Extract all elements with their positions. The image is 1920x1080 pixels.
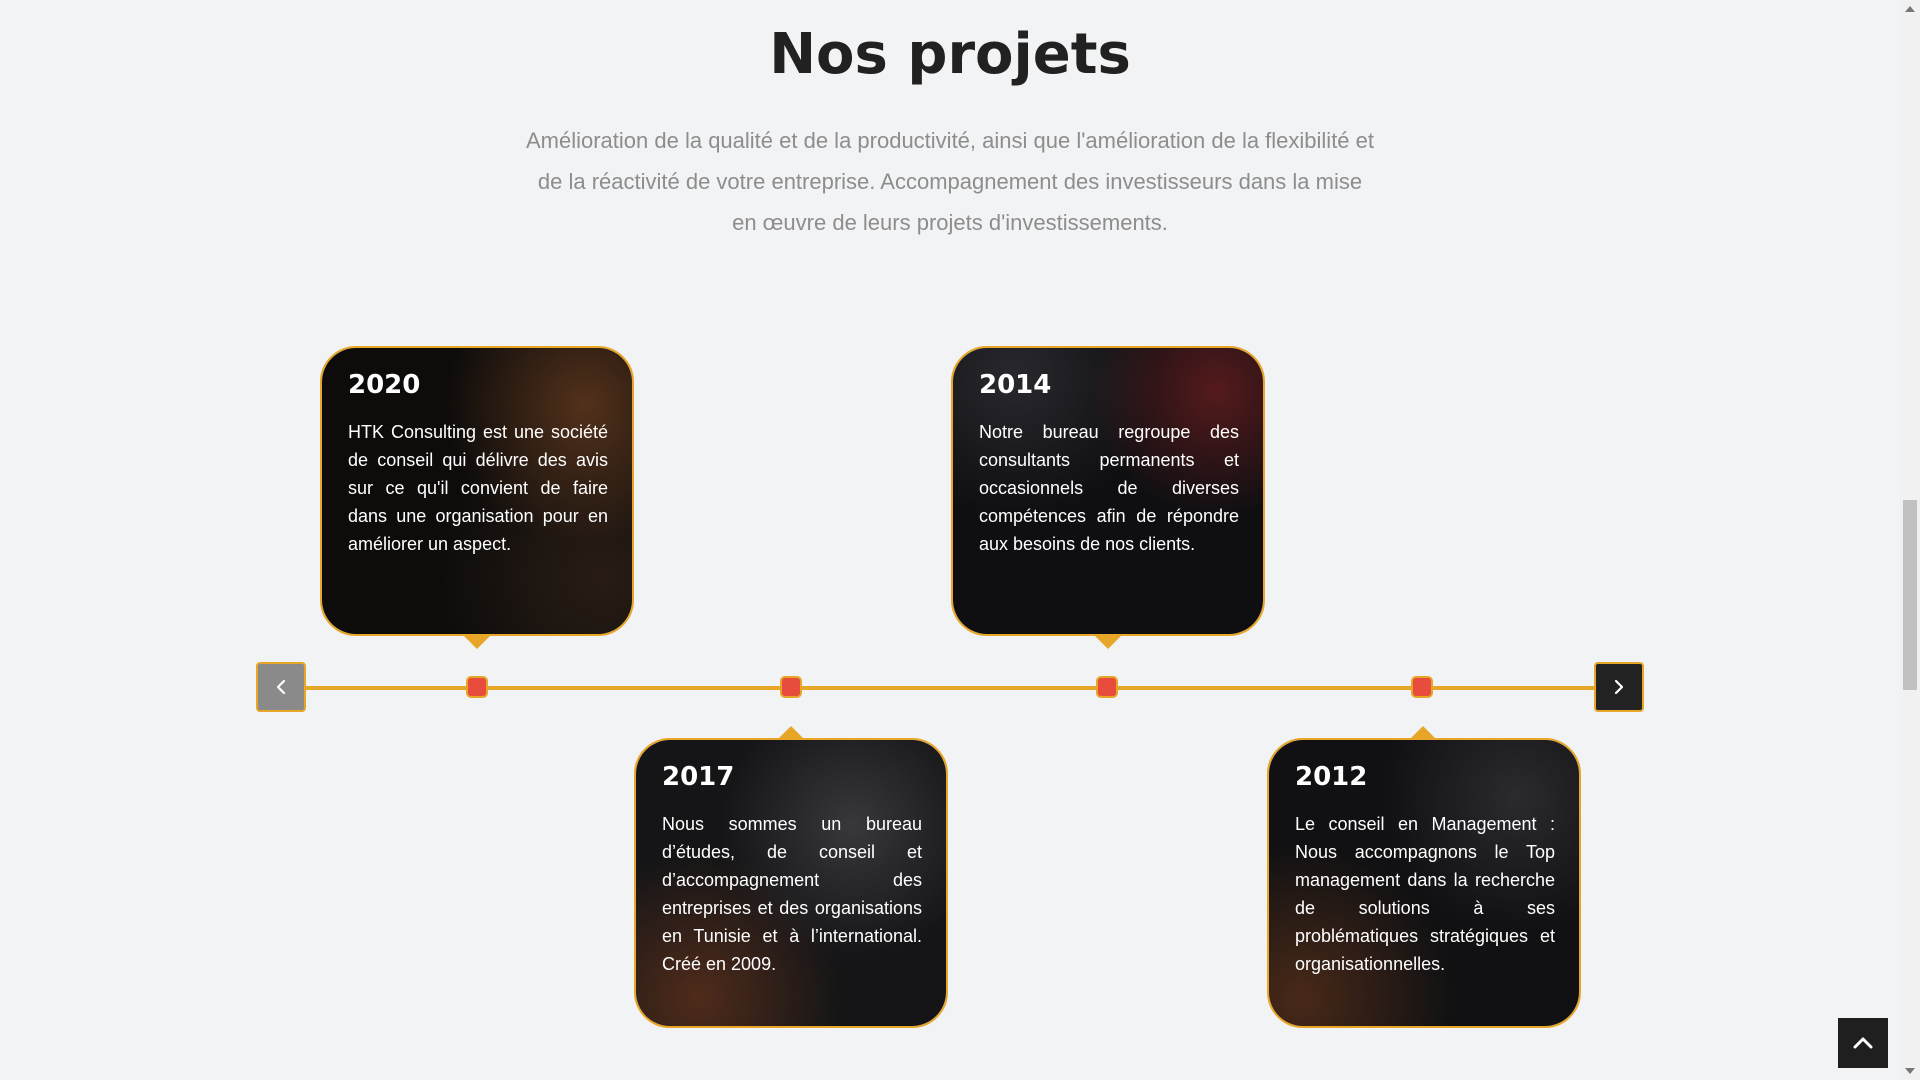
scrollbar-thumb[interactable] [1903, 500, 1917, 690]
card-year: 2020 [348, 370, 421, 400]
timeline-node-2012[interactable] [1411, 676, 1433, 698]
timeline-card-2012: 2012 Le conseil en Management : Nous acc… [1267, 738, 1581, 1028]
card-year: 2017 [662, 762, 735, 792]
card-pointer [1410, 726, 1436, 739]
scroll-down-arrow-icon[interactable] [1905, 1068, 1915, 1074]
card-pointer [464, 636, 490, 649]
timeline-node-2014[interactable] [1096, 676, 1118, 698]
card-text: HTK Consulting est une société de consei… [348, 422, 608, 554]
card-pointer [778, 726, 804, 739]
timeline-card-2014: 2014 Notre bureau regroupe des consultan… [951, 346, 1265, 636]
timeline-node-2017[interactable] [780, 676, 802, 698]
page-scrollbar[interactable] [1900, 0, 1920, 1080]
timeline-node-2020[interactable] [466, 676, 488, 698]
card-text: Nous sommes un bureau d’études, de conse… [662, 814, 922, 974]
timeline-prev-button[interactable] [256, 662, 306, 712]
section-subtitle: Amélioration de la qualité et de la prod… [488, 120, 1412, 243]
card-pointer [1095, 636, 1121, 649]
chevron-left-icon [276, 679, 286, 695]
page-title: Nos projets [769, 22, 1131, 87]
subtitle-line: de la réactivité de votre entreprise. Ac… [537, 169, 1363, 194]
scroll-to-top-button[interactable] [1838, 1018, 1888, 1068]
scroll-up-arrow-icon[interactable] [1905, 6, 1915, 12]
subtitle-line: en œuvre de leurs projets d'investisseme… [732, 210, 1168, 235]
timeline-card-2017: 2017 Nous sommes un bureau d’études, de … [634, 738, 948, 1028]
card-year: 2012 [1295, 762, 1368, 792]
card-text: Notre bureau regroupe des consultants pe… [979, 422, 1239, 554]
card-text: Le conseil en Management : Nous accompag… [1295, 814, 1555, 974]
timeline-card-2020: 2020 HTK Consulting est une société de c… [320, 346, 634, 636]
chevron-right-icon [1614, 679, 1624, 695]
card-year: 2014 [979, 370, 1052, 400]
chevron-up-icon [1853, 1037, 1873, 1049]
subtitle-line: Amélioration de la qualité et de la prod… [525, 128, 1375, 153]
timeline-line [300, 686, 1600, 690]
timeline-next-button[interactable] [1594, 662, 1644, 712]
